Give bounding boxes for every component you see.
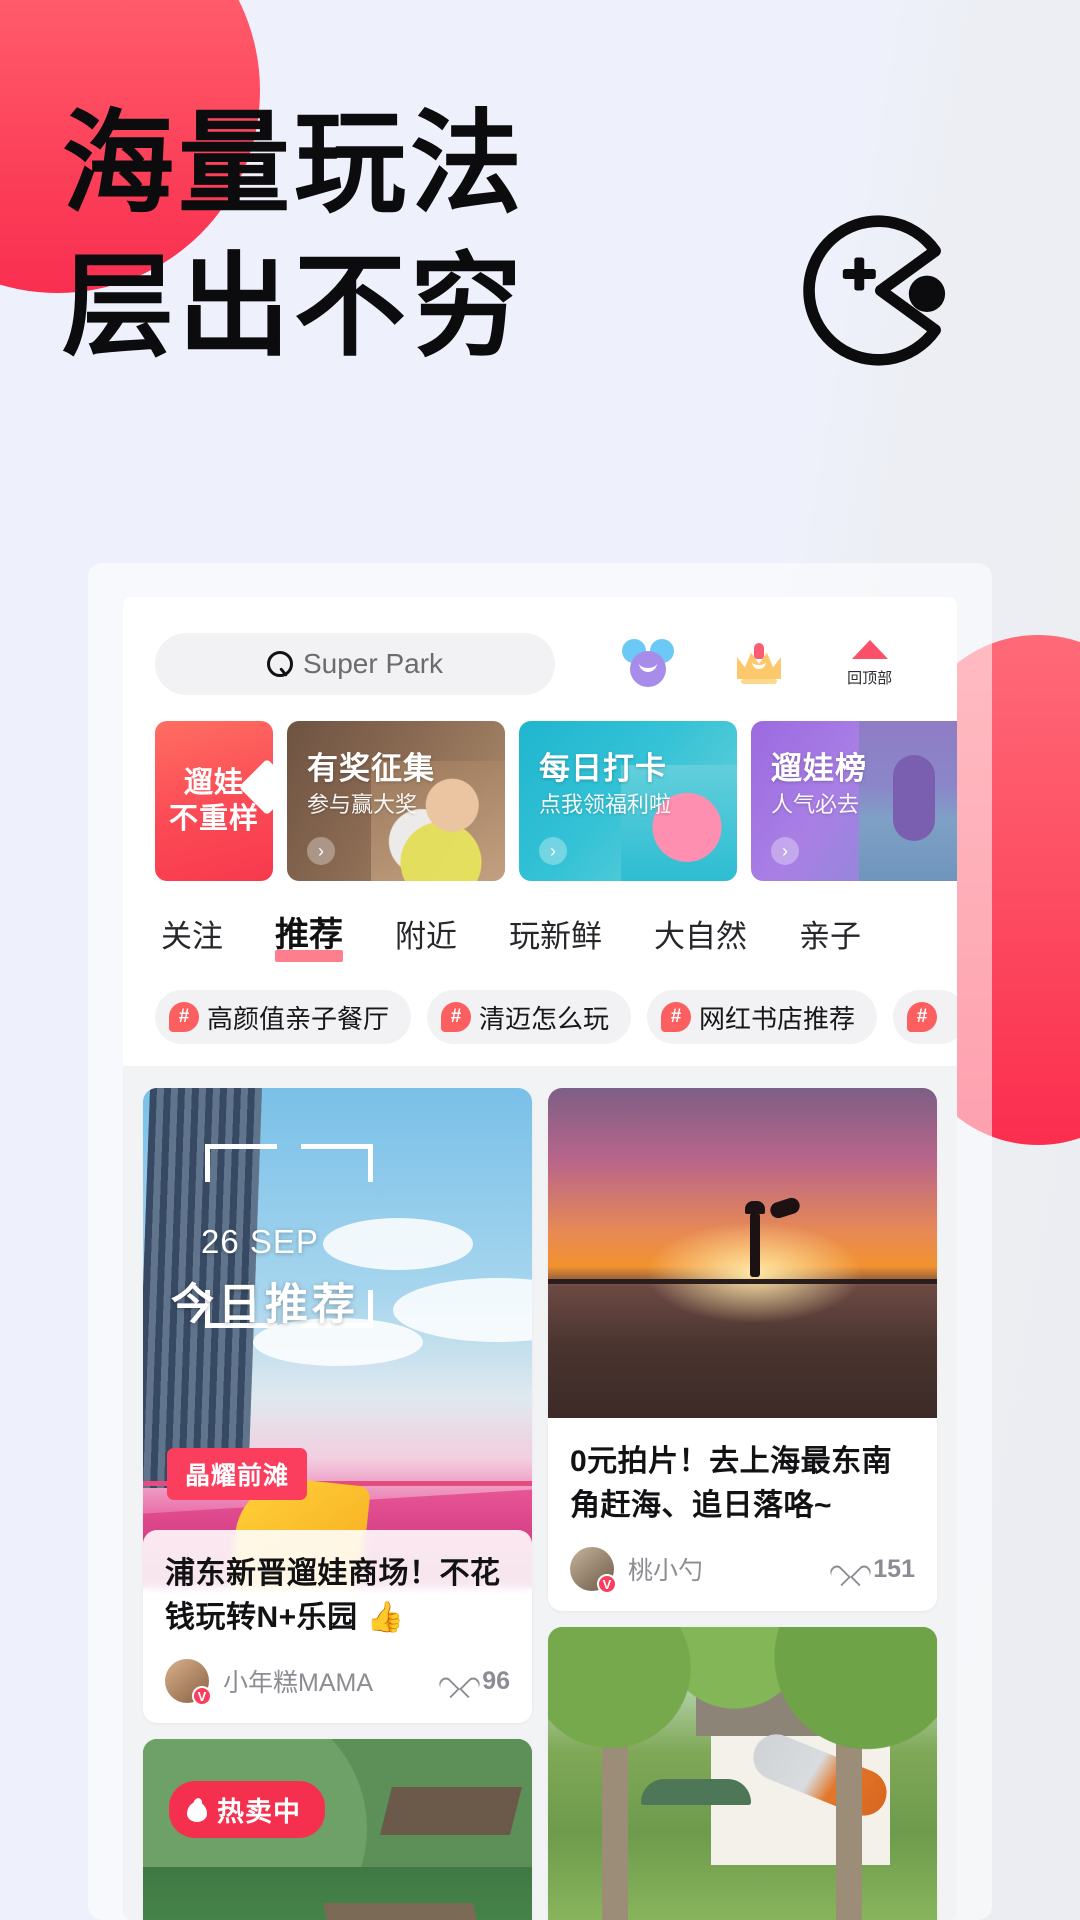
back-to-top-icon bbox=[851, 640, 888, 659]
banner-3-subtitle: 人气必去 bbox=[771, 792, 860, 817]
overlay-date: 26 SEP bbox=[201, 1223, 319, 1260]
post-body-playground: 浦东新晋遛娃商场！不花钱玩转N+乐园 👍 V 小年糕MAMA 96 bbox=[143, 1530, 532, 1723]
banner-3-title: 遛娃榜 bbox=[771, 751, 867, 786]
avatar[interactable]: V bbox=[165, 1659, 212, 1706]
tag-chip-2[interactable]: # 网红书店推荐 bbox=[647, 990, 878, 1044]
roof-shape bbox=[380, 1787, 523, 1836]
tag-chip-row[interactable]: # 高颜值亲子餐厅 # 清迈怎么玩 # 网红书店推荐 # bbox=[123, 964, 957, 1044]
heart-icon bbox=[838, 1557, 864, 1581]
post-meta: V 小年糕MAMA 96 bbox=[165, 1659, 510, 1706]
tag-chip-2-label: 网红书店推荐 bbox=[699, 1003, 856, 1034]
banner-2-subtitle: 点我领福利啦 bbox=[539, 792, 672, 817]
header-icon-group: 回顶部 bbox=[555, 639, 931, 689]
banner-1-arrow-icon[interactable]: › bbox=[307, 837, 335, 865]
feed-tab-bar[interactable]: 关注 推荐 附近 玩新鲜 大自然 亲子 bbox=[123, 881, 957, 964]
mascot-icon bbox=[622, 639, 675, 687]
post-card-playground[interactable]: 26 SEP 今日推荐 晶耀前滩 浦东新晋遛娃商场！不花钱玩转N+乐园 👍 V … bbox=[143, 1088, 532, 1723]
search-input[interactable]: Super Park bbox=[155, 633, 555, 695]
banner-2-arrow-icon[interactable]: › bbox=[539, 837, 567, 865]
crown-icon bbox=[733, 639, 785, 687]
banner-card-0[interactable]: 遛娃 不重样 bbox=[155, 721, 273, 881]
search-icon bbox=[266, 651, 293, 677]
hash-icon: # bbox=[907, 1002, 938, 1032]
feed-column-left: 26 SEP 今日推荐 晶耀前滩 浦东新晋遛娃商场！不花钱玩转N+乐园 👍 V … bbox=[143, 1088, 532, 1920]
roof-shape bbox=[322, 1902, 483, 1920]
like-count: 96 bbox=[482, 1666, 510, 1695]
crown-button[interactable] bbox=[717, 639, 801, 689]
post-card-villa[interactable] bbox=[548, 1627, 937, 1920]
tab-qinzi[interactable]: 亲子 bbox=[799, 911, 861, 964]
like-count: 151 bbox=[873, 1554, 915, 1583]
tag-chip-1-label: 清迈怎么玩 bbox=[479, 1003, 610, 1034]
banner-card-1[interactable]: 有奖征集 参与赢大奖 › bbox=[287, 721, 505, 881]
hash-icon: # bbox=[169, 1002, 199, 1032]
hot-sale-label: 热卖中 bbox=[217, 1797, 301, 1827]
tag-chip-3[interactable]: # bbox=[893, 990, 957, 1044]
banner-3-photo bbox=[859, 721, 957, 881]
like-button[interactable]: 151 bbox=[838, 1555, 915, 1584]
back-to-top-label: 回顶部 bbox=[847, 670, 893, 687]
person-silhouette bbox=[745, 1201, 766, 1278]
search-value: Super Park bbox=[302, 648, 444, 679]
app-header: Super Park 回顶部 bbox=[123, 597, 957, 715]
hot-sale-badge: 热卖中 bbox=[169, 1781, 325, 1838]
flame-icon bbox=[187, 1798, 207, 1822]
place-badge: 晶耀前滩 bbox=[167, 1448, 308, 1500]
banner-card-2[interactable]: 每日打卡 点我领福利啦 › bbox=[519, 721, 737, 881]
phone-screen: Super Park 回顶部 遛娃 不重样 有奖征集 参与赢大奖 › 每日打卡 … bbox=[123, 597, 957, 1920]
avatar[interactable]: V bbox=[570, 1547, 617, 1594]
banner-card-3[interactable]: 遛娃榜 人气必去 › bbox=[751, 721, 957, 881]
banner-1-title: 有奖征集 bbox=[307, 751, 435, 786]
tag-chip-0-label: 高颜值亲子餐厅 bbox=[207, 1003, 390, 1034]
tab-wanxinxian[interactable]: 玩新鲜 bbox=[509, 911, 602, 964]
verified-badge: V bbox=[597, 1574, 617, 1594]
promo-headline: 海量玩法 层出不穷 bbox=[62, 92, 526, 379]
like-button[interactable]: 96 bbox=[447, 1667, 510, 1696]
author-name[interactable]: 小年糕MAMA bbox=[223, 1663, 373, 1699]
post-title: 0元拍片！去上海最东南角赶海、追日落咯~ bbox=[570, 1445, 893, 1522]
pacman-plus-icon bbox=[803, 215, 946, 366]
heart-icon bbox=[447, 1669, 473, 1693]
horizon-line bbox=[548, 1279, 937, 1285]
tab-fujin[interactable]: 附近 bbox=[395, 911, 457, 964]
post-image-forest: 热卖中 bbox=[143, 1739, 532, 1920]
tree-canopy bbox=[548, 1627, 937, 1812]
child-silhouette bbox=[767, 1195, 802, 1221]
post-card-forest[interactable]: 热卖中 bbox=[143, 1739, 532, 1920]
post-image-sunset bbox=[548, 1088, 937, 1418]
headline-line-1: 海量玩法 bbox=[62, 101, 526, 226]
banner-0-title: 遛娃 bbox=[183, 766, 244, 799]
banner-0-text: 遛娃 不重样 bbox=[155, 721, 273, 881]
author-name[interactable]: 桃小勺 bbox=[628, 1551, 703, 1587]
overlay-label: 今日推荐 bbox=[171, 1281, 359, 1329]
hash-icon: # bbox=[441, 1002, 472, 1032]
feed-column-right: 0元拍片！去上海最东南角赶海、追日落咯~ V 桃小勺 151 bbox=[548, 1088, 937, 1920]
back-to-top-button[interactable]: 回顶部 bbox=[828, 640, 912, 688]
feed-grid: 26 SEP 今日推荐 晶耀前滩 浦东新晋遛娃商场！不花钱玩转N+乐园 👍 V … bbox=[123, 1066, 957, 1920]
tab-daziran[interactable]: 大自然 bbox=[654, 911, 747, 964]
tab-tuijian[interactable]: 推荐 bbox=[275, 907, 343, 964]
banner-2-title: 每日打卡 bbox=[539, 751, 667, 786]
banner-0-subtitle: 不重样 bbox=[168, 803, 259, 835]
banner-1-subtitle: 参与赢大奖 bbox=[307, 792, 418, 817]
post-image-villa bbox=[548, 1627, 937, 1920]
post-card-sunset[interactable]: 0元拍片！去上海最东南角赶海、追日落咯~ V 桃小勺 151 bbox=[548, 1088, 937, 1611]
post-body-sunset: 0元拍片！去上海最东南角赶海、追日落咯~ V 桃小勺 151 bbox=[548, 1418, 937, 1611]
tag-chip-1[interactable]: # 清迈怎么玩 bbox=[427, 990, 632, 1044]
verified-badge: V bbox=[192, 1686, 212, 1706]
post-meta: V 桃小勺 151 bbox=[570, 1547, 915, 1594]
headline-line-2: 层出不穷 bbox=[62, 244, 526, 370]
banner-carousel[interactable]: 遛娃 不重样 有奖征集 参与赢大奖 › 每日打卡 点我领福利啦 › 遛娃榜 人气… bbox=[123, 721, 957, 881]
tag-chip-0[interactable]: # 高颜值亲子餐厅 bbox=[155, 990, 412, 1044]
post-image-playground: 26 SEP 今日推荐 晶耀前滩 bbox=[143, 1088, 532, 1588]
post-title: 浦东新晋遛娃商场！不花钱玩转N+乐园 👍 bbox=[165, 1557, 501, 1634]
mascot-button[interactable] bbox=[606, 639, 690, 689]
tab-guanzhu[interactable]: 关注 bbox=[161, 911, 223, 964]
hash-icon: # bbox=[661, 1002, 692, 1032]
banner-3-arrow-icon[interactable]: › bbox=[771, 837, 799, 865]
